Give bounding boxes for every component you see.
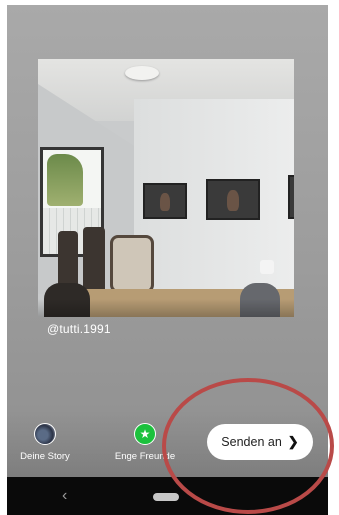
username-sticker[interactable]: @tutti.1991 [47, 322, 111, 336]
chevron-right-icon: ❯ [287, 434, 299, 449]
portrait-frame [143, 183, 187, 219]
share-close-friends[interactable]: ★ Enge Freunde [113, 423, 177, 462]
send-to-label: Senden an [221, 435, 282, 449]
table-lamp [260, 260, 274, 274]
back-icon[interactable]: ‹ [62, 487, 67, 505]
floor-shadow [38, 299, 294, 317]
send-to-button[interactable]: Senden an ❯ [207, 424, 313, 460]
armchair [110, 235, 154, 293]
star-icon: ★ [134, 423, 156, 445]
portrait-frame [206, 179, 260, 220]
share-close-friends-label: Enge Freunde [114, 451, 176, 462]
ceiling-lamp [125, 66, 159, 80]
share-your-story[interactable]: Deine Story [17, 423, 73, 462]
phone-screen: @tutti.1991 Deine Story ★ Enge Freunde S… [7, 5, 328, 515]
android-nav-bar: ‹ [7, 477, 328, 515]
home-pill-icon[interactable] [153, 493, 179, 501]
tree [47, 154, 83, 206]
story-photo [38, 59, 294, 317]
share-your-story-label: Deine Story [20, 451, 70, 462]
bar-chair [83, 227, 105, 293]
portrait-frame [288, 175, 294, 219]
profile-picture-icon [34, 423, 56, 445]
